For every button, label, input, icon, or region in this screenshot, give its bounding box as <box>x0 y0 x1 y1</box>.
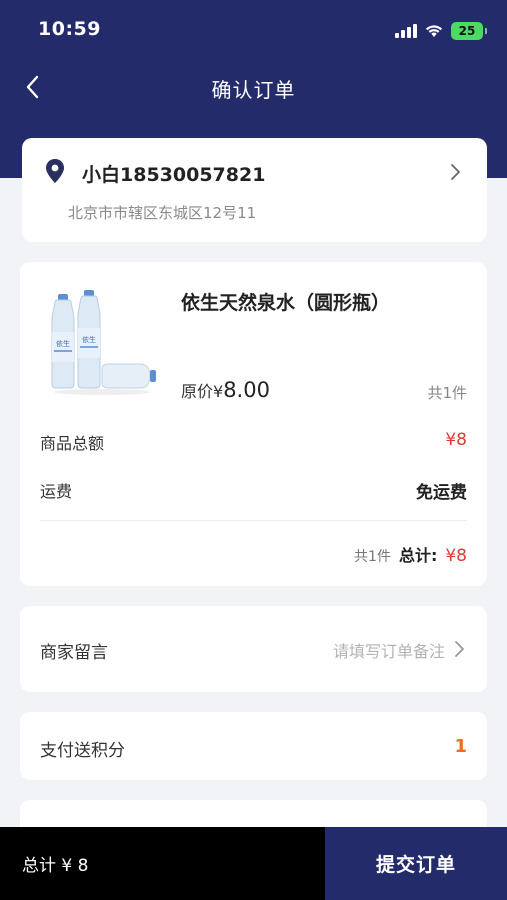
points-card: 支付送积分 1 <box>20 712 487 780</box>
remark-input[interactable]: 请填写订单备注 <box>333 638 445 662</box>
total-value: ¥8 <box>445 546 467 566</box>
divider <box>40 520 467 521</box>
product-name: 依生天然泉水（圆形瓶） <box>181 292 391 314</box>
product-quantity: 共1件 <box>427 384 467 402</box>
submit-order-button[interactable]: 提交订单 <box>325 827 507 900</box>
svg-text:依生: 依生 <box>56 339 70 348</box>
address-detail: 北京市市辖区东城区12号11 <box>68 204 257 222</box>
location-pin-icon <box>44 158 66 184</box>
address-name-phone: 小白18530057821 <box>82 164 266 186</box>
nav-bar: 确认订单 <box>0 62 507 112</box>
product-total-row: 共1件 总计: ¥8 <box>354 542 467 566</box>
points-value: 1 <box>454 736 467 757</box>
bottom-bar: 总计 ¥ 8 提交订单 <box>0 827 507 900</box>
status-icons: 25 <box>395 21 487 41</box>
points-label: 支付送积分 <box>40 741 125 761</box>
total-count: 共1件 <box>354 549 391 565</box>
battery-icon: 25 <box>451 22 487 40</box>
subtotal-value: ¥8 <box>445 430 467 450</box>
signal-icon <box>395 24 417 38</box>
svg-text:依生: 依生 <box>82 335 96 344</box>
original-price: 原价¥ 8.00 <box>181 378 270 402</box>
chevron-right-icon <box>449 163 461 181</box>
chevron-right-icon <box>453 640 465 658</box>
shipping-label: 运费 <box>40 482 73 501</box>
total-label: 总计: <box>398 546 438 565</box>
price-label: 原价¥ <box>181 382 224 401</box>
shipping-value: 免运费 <box>416 483 467 503</box>
remark-label: 商家留言 <box>40 643 108 663</box>
subtotal-label: 商品总额 <box>40 434 105 453</box>
bottom-total: 总计 ¥ 8 <box>0 827 325 900</box>
product-card: 依生 依生 依生天然泉水（圆形瓶） 原价¥ 8.00 共1件 商品总额 ¥8 运… <box>20 262 487 586</box>
status-time: 10:59 <box>38 18 101 40</box>
price-value: 8.00 <box>223 378 270 402</box>
merchant-remark-row[interactable]: 商家留言 请填写订单备注 <box>20 606 487 692</box>
battery-level: 25 <box>458 24 476 38</box>
order-confirm-screen: 10:59 25 确认订单 小白18530057821 北京市市辖区东城区12号… <box>0 0 507 900</box>
product-image: 依生 依生 <box>46 286 158 398</box>
wifi-icon <box>425 24 443 38</box>
page-title: 确认订单 <box>211 78 296 102</box>
status-bar: 10:59 25 <box>0 0 507 60</box>
address-card[interactable]: 小白18530057821 北京市市辖区东城区12号11 <box>22 138 487 242</box>
